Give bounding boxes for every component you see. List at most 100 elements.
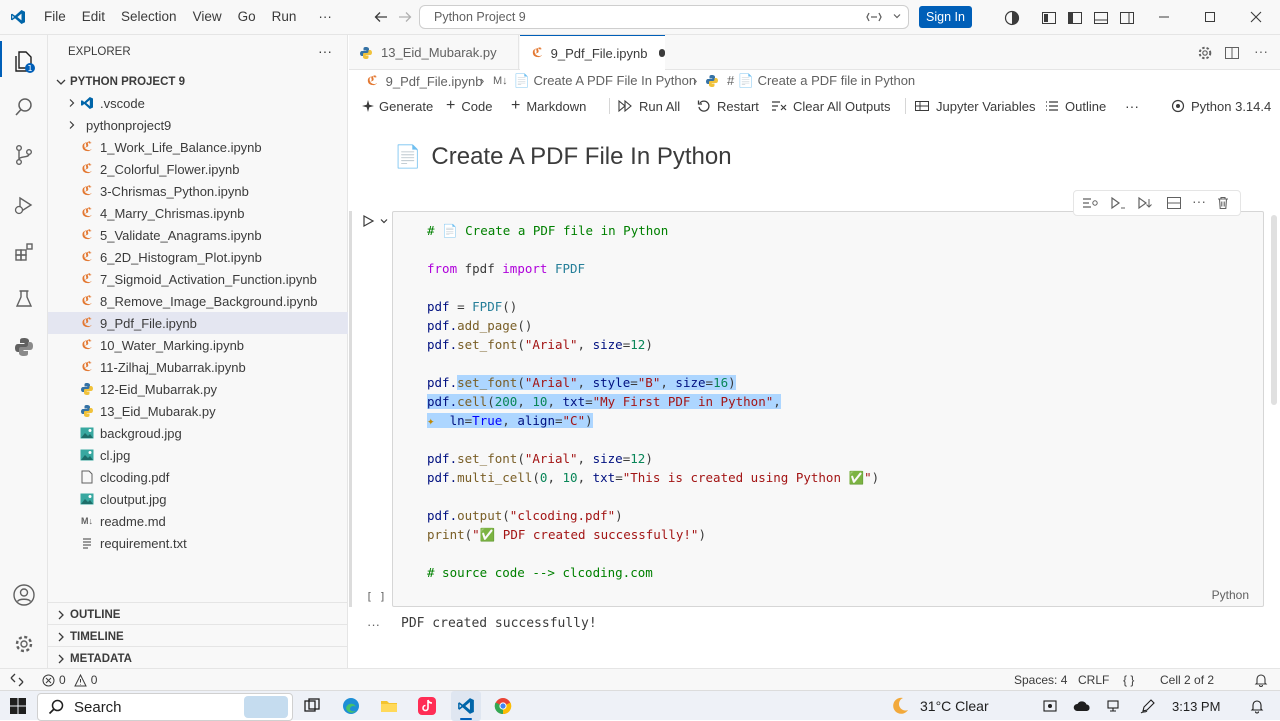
file-item[interactable]: 13_Eid_Mubarak.py bbox=[48, 400, 348, 422]
menu-more[interactable]: ··· bbox=[304, 9, 340, 24]
timeline-section[interactable]: TIMELINE bbox=[54, 629, 124, 645]
cell-more-icon[interactable]: ··· bbox=[1192, 193, 1206, 209]
search-icon[interactable] bbox=[0, 85, 48, 129]
run-cell-icon[interactable] bbox=[361, 214, 375, 228]
testing-icon[interactable] bbox=[0, 277, 48, 321]
split-editor-icon[interactable] bbox=[1224, 45, 1240, 61]
tray-app-icon[interactable] bbox=[1043, 699, 1057, 713]
maximize-icon[interactable] bbox=[1203, 10, 1217, 24]
file-item[interactable]: ℭ 3-Chrismas_Python.ipynb bbox=[48, 180, 348, 202]
breadcrumb-file[interactable]: ℭ 9_Pdf_File.ipynb bbox=[367, 73, 482, 89]
indentation-status[interactable]: Spaces: 4 bbox=[1014, 673, 1067, 687]
windows-start-icon[interactable] bbox=[10, 698, 26, 714]
file-item[interactable]: requirement.txt bbox=[48, 532, 348, 554]
file-item[interactable]: backgroud.jpg bbox=[48, 422, 348, 444]
chrome-browser-icon[interactable] bbox=[494, 697, 512, 715]
clock-time[interactable]: 3:13 PM bbox=[1172, 699, 1220, 714]
settings-gear-icon[interactable] bbox=[0, 622, 48, 666]
toolbar-more-button[interactable]: ··· bbox=[1125, 92, 1139, 120]
file-item[interactable]: ℭ 10_Water_Marking.ipynb bbox=[48, 334, 348, 356]
metadata-section[interactable]: METADATA bbox=[54, 651, 132, 667]
back-arrow-icon[interactable] bbox=[374, 10, 388, 24]
project-folder-header[interactable]: PYTHON PROJECT 9 bbox=[54, 74, 185, 90]
execute-below-icon[interactable] bbox=[1110, 196, 1126, 210]
run-debug-icon[interactable] bbox=[0, 183, 48, 227]
file-item[interactable]: ℭ 11-Zilhaj_Mubarrak.ipynb bbox=[48, 356, 348, 378]
menu-selection[interactable]: Selection bbox=[113, 9, 185, 24]
outline-button[interactable]: Outline bbox=[1045, 92, 1106, 120]
settings-gear-icon[interactable] bbox=[1197, 45, 1213, 61]
file-item[interactable]: 12-Eid_Mubarrak.py bbox=[48, 378, 348, 400]
sign-in-button[interactable]: Sign In bbox=[919, 6, 972, 28]
pen-tray-icon[interactable] bbox=[1140, 698, 1156, 714]
breadcrumb-cell[interactable]: # 📄 Create a PDF file in Python bbox=[705, 73, 915, 89]
extensions-icon[interactable] bbox=[0, 230, 48, 274]
notification-center-icon[interactable] bbox=[1249, 698, 1265, 714]
file-item[interactable]: ℭ 2_Colorful_Flower.ipynb bbox=[48, 158, 348, 180]
run-cell-below-icon[interactable] bbox=[1137, 196, 1153, 210]
file-item[interactable]: ℭ 5_Validate_Anagrams.ipynb bbox=[48, 224, 348, 246]
minimize-icon[interactable] bbox=[1157, 10, 1171, 24]
explorer-more-icon[interactable]: ··· bbox=[318, 43, 332, 59]
sparkle-icon[interactable]: ✦ bbox=[427, 413, 450, 428]
tab-9-pdf-file[interactable]: ℭ 9_Pdf_File.ipynb bbox=[520, 35, 665, 70]
network-ethernet-icon[interactable] bbox=[1106, 699, 1120, 713]
menu-run[interactable]: Run bbox=[264, 9, 305, 24]
cell-position-status[interactable]: Cell 2 of 2 bbox=[1160, 673, 1214, 687]
close-icon[interactable] bbox=[1249, 10, 1263, 24]
file-item[interactable]: ℭ 4_Marry_Chrismas.ipynb bbox=[48, 202, 348, 224]
weather-text[interactable]: 31°C Clear bbox=[920, 698, 989, 714]
more-actions-icon[interactable]: ··· bbox=[1254, 43, 1268, 59]
toggle-secondary-sidebar-icon[interactable] bbox=[1119, 10, 1135, 26]
file-item[interactable]: cloutput.jpg bbox=[48, 488, 348, 510]
split-cell-icon[interactable] bbox=[1166, 196, 1182, 210]
cell-language-label[interactable]: Python bbox=[1212, 588, 1249, 602]
file-item[interactable]: ℭ 7_Sigmoid_Activation_Function.ipynb bbox=[48, 268, 348, 290]
add-code-button[interactable]: + Code bbox=[446, 92, 492, 120]
markdown-heading[interactable]: 📄 Create A PDF File In Python bbox=[394, 143, 732, 171]
unsaved-dot-icon[interactable] bbox=[659, 49, 665, 57]
explorer-icon[interactable]: 1 bbox=[0, 39, 48, 83]
menu-go[interactable]: Go bbox=[230, 9, 264, 24]
delete-trash-icon[interactable] bbox=[1216, 196, 1230, 210]
add-markdown-button[interactable]: + Markdown bbox=[511, 92, 586, 120]
execute-above-icon[interactable] bbox=[1082, 196, 1098, 210]
file-item[interactable]: ℭ 6_2D_Histogram_Plot.ipynb bbox=[48, 246, 348, 268]
remote-indicator-icon[interactable] bbox=[10, 673, 24, 687]
toggle-panel-icon[interactable] bbox=[1093, 10, 1109, 26]
run-options-chevron-icon[interactable] bbox=[379, 216, 389, 226]
menu-edit[interactable]: Edit bbox=[74, 9, 113, 24]
account-icon[interactable] bbox=[0, 573, 48, 617]
editor-scrollbar[interactable] bbox=[1271, 215, 1277, 405]
run-all-button[interactable]: Run All bbox=[617, 92, 680, 120]
vscode-taskbar-button[interactable] bbox=[451, 691, 481, 721]
tiktok-app-icon[interactable] bbox=[418, 697, 436, 715]
python-icon[interactable] bbox=[0, 325, 48, 369]
generate-button[interactable]: Generate bbox=[361, 92, 433, 120]
task-view-icon[interactable] bbox=[303, 697, 321, 715]
menu-view[interactable]: View bbox=[185, 9, 230, 24]
file-item[interactable]: ℭ 8_Remove_Image_Background.ipynb bbox=[48, 290, 348, 312]
file-item[interactable]: ℭ 9_Pdf_File.ipynb bbox=[48, 312, 348, 334]
jupyter-variables-button[interactable]: Jupyter Variables bbox=[914, 92, 1035, 120]
file-item[interactable]: clcoding.pdf bbox=[48, 466, 348, 488]
tab-13-eid-mubarak[interactable]: 13_Eid_Mubarak.py bbox=[349, 35, 519, 70]
copilot-icon[interactable] bbox=[866, 10, 882, 24]
file-item[interactable]: M↓ readme.md bbox=[48, 510, 348, 532]
problems-indicator[interactable]: 0 0 bbox=[42, 673, 97, 687]
command-center-search[interactable]: Python Project 9 bbox=[419, 5, 909, 29]
language-braces-status[interactable]: { } bbox=[1123, 673, 1134, 687]
folder-item[interactable]: .vscode bbox=[48, 92, 348, 114]
clear-all-outputs-button[interactable]: Clear All Outputs bbox=[771, 92, 891, 120]
toggle-sidebar-icon[interactable] bbox=[1067, 10, 1083, 26]
restart-button[interactable]: Restart bbox=[697, 92, 759, 120]
source-control-icon[interactable] bbox=[0, 133, 48, 177]
weather-moon-icon[interactable] bbox=[890, 696, 910, 716]
outline-section[interactable]: OUTLINE bbox=[54, 607, 120, 623]
chevron-down-icon[interactable] bbox=[892, 11, 902, 21]
file-explorer-icon[interactable] bbox=[380, 697, 398, 715]
kernel-picker[interactable]: Python 3.14.4 bbox=[1171, 92, 1271, 120]
onedrive-cloud-icon[interactable] bbox=[1073, 699, 1091, 713]
eol-status[interactable]: CRLF bbox=[1078, 673, 1109, 687]
forward-arrow-icon[interactable] bbox=[398, 10, 412, 24]
